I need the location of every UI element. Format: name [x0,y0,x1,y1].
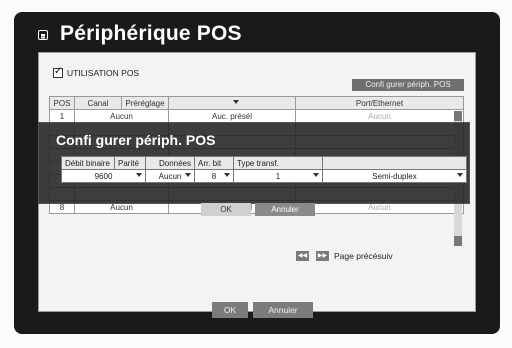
parity-select[interactable]: Aucun [145,169,195,183]
scroll-up-handle[interactable] [454,111,462,121]
configure-pos-button[interactable]: Confi gurer périph. POS [352,79,464,91]
col-data: Données [145,156,195,170]
page-nav-label: Page précésuiv [334,251,393,261]
row-pos: 1 [49,109,75,123]
chevron-down-icon [313,173,319,177]
next-page-button[interactable]: ▶▶ [316,251,329,261]
table-header-row: POS Canal Préréglage Port/Ethernet [49,96,464,110]
col-port: Port/Ethernet [295,96,464,110]
dialog-table: Débit binaire Parité Données Arr. bit Ty… [61,156,467,183]
chevron-down-icon [185,173,191,177]
col-bitrate: Débit binaire [61,156,115,170]
stop-bit-select[interactable]: 1 [233,169,323,183]
dialog-values-row: 9600 Aucun 8 1 Semi-duplex [61,169,467,183]
page-title: Périphérique POS [60,22,242,45]
col-pos: POS [49,96,75,110]
row-channel[interactable]: Aucun [74,109,169,123]
transfer-type-select[interactable]: Semi-duplex [322,169,467,183]
col-parity: Parité [114,156,146,170]
prev-page-button[interactable]: ◀◀ [296,251,309,261]
use-pos-checkbox[interactable] [53,66,63,78]
dialog-header-row: Débit binaire Parité Données Arr. bit Ty… [61,156,467,170]
chevron-down-icon [233,100,239,104]
data-bits-select[interactable]: 8 [194,169,234,183]
menu-icon [38,30,48,40]
dialog-cancel-button[interactable]: Annuler [255,203,315,216]
col-preset: Préréglage [121,96,169,110]
col-transfer-type: Type transf. [233,156,323,170]
chevron-down-icon [224,173,230,177]
chevron-down-icon [136,173,142,177]
pos-config-dialog: Confi gurer périph. POS Débit binaire Pa… [38,122,470,216]
ok-button[interactable]: OK [212,302,248,318]
col-stopbit: Arr. bit [194,156,234,170]
col-channel: Canal [74,96,122,110]
bitrate-select[interactable]: 9600 [61,169,146,183]
table-row[interactable]: 1 Aucun Auc. présél Aucun [49,109,464,123]
row-port[interactable]: Aucun [295,109,464,123]
cancel-button[interactable]: Annuler [253,302,313,318]
dialog-ok-button[interactable]: OK [201,203,251,216]
row-preset[interactable]: Auc. présél [168,109,296,123]
col-dropdown[interactable] [168,96,296,110]
use-pos-label: UTILISATION POS [67,68,140,78]
dialog-title: Confi gurer périph. POS [56,132,216,148]
scroll-down-handle[interactable] [454,236,462,246]
chevron-down-icon [457,173,463,177]
